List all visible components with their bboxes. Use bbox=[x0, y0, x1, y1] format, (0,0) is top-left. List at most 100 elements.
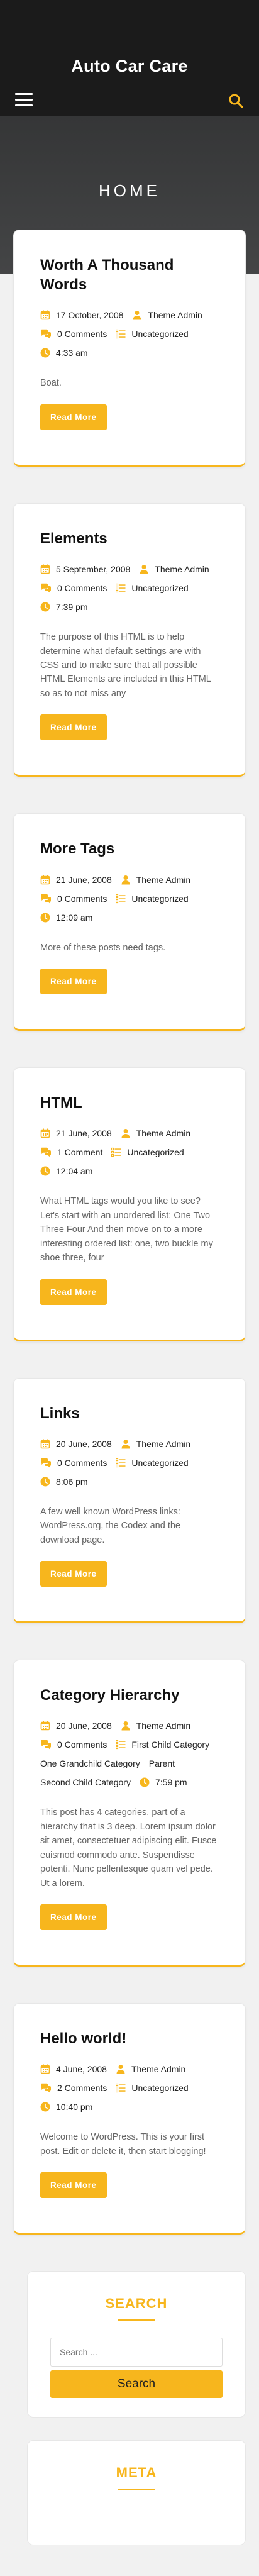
post-date[interactable]: 21 June, 2008 bbox=[40, 1124, 112, 1143]
post-excerpt: The purpose of this HTML is to help dete… bbox=[40, 632, 211, 699]
comments-icon bbox=[40, 1147, 52, 1157]
calendar-icon bbox=[40, 875, 50, 885]
post-author[interactable]: Theme Admin bbox=[132, 306, 202, 325]
post-category[interactable]: First Child Category bbox=[116, 1735, 209, 1754]
calendar-icon bbox=[40, 1439, 50, 1449]
post-category[interactable]: Uncategorized bbox=[116, 1453, 189, 1472]
meta-widget: META bbox=[27, 2440, 246, 2546]
read-more-button[interactable]: Read More bbox=[40, 2172, 107, 2199]
post-author[interactable]: Theme Admin bbox=[121, 1716, 190, 1735]
post-author[interactable]: Theme Admin bbox=[116, 2060, 185, 2079]
post-comments[interactable]: 0 Comments bbox=[40, 1735, 107, 1754]
post-title[interactable]: Links bbox=[40, 1404, 220, 1423]
post-author[interactable]: Theme Admin bbox=[139, 560, 209, 579]
site-header: Auto Car Care bbox=[0, 0, 259, 116]
post-comments[interactable]: 1 Comment bbox=[40, 1143, 102, 1162]
user-icon bbox=[132, 310, 142, 320]
user-icon bbox=[121, 1439, 131, 1449]
search-input[interactable] bbox=[50, 2338, 223, 2367]
calendar-icon bbox=[40, 2064, 50, 2074]
clock-icon bbox=[40, 348, 50, 358]
post-date[interactable]: 17 October, 2008 bbox=[40, 306, 123, 325]
read-more-button[interactable]: Read More bbox=[40, 1904, 107, 1931]
post-comments[interactable]: 0 Comments bbox=[40, 579, 107, 597]
calendar-icon bbox=[40, 1128, 50, 1138]
clock-icon bbox=[40, 602, 50, 612]
post-author[interactable]: Theme Admin bbox=[121, 870, 190, 889]
post-excerpt: This post has 4 categories, part of a hi… bbox=[40, 1807, 217, 1889]
post-excerpt: More of these posts need tags. bbox=[40, 942, 166, 953]
post-title[interactable]: Hello world! bbox=[40, 2029, 220, 2048]
post-title[interactable]: HTML bbox=[40, 1093, 220, 1113]
comments-icon bbox=[40, 583, 52, 593]
post-category[interactable]: Uncategorized bbox=[116, 325, 189, 343]
post-meta: 5 September, 2008 Theme Admin 0 Comments… bbox=[40, 560, 220, 616]
user-icon bbox=[116, 2064, 126, 2074]
user-icon bbox=[121, 875, 131, 885]
comments-icon bbox=[40, 894, 52, 904]
post-card: Elements 5 September, 2008 Theme Admin 0… bbox=[13, 502, 246, 777]
search-button[interactable]: Search bbox=[50, 2370, 223, 2399]
post-comments[interactable]: 0 Comments bbox=[40, 1453, 107, 1472]
post-category[interactable]: Uncategorized bbox=[116, 889, 189, 908]
post-title[interactable]: Elements bbox=[40, 529, 220, 548]
menu-icon[interactable] bbox=[15, 93, 33, 107]
read-more-button[interactable]: Read More bbox=[40, 404, 107, 430]
list-icon bbox=[116, 583, 126, 593]
read-more-button[interactable]: Read More bbox=[40, 1561, 107, 1587]
post-date[interactable]: 5 September, 2008 bbox=[40, 560, 130, 579]
read-more-button[interactable]: Read More bbox=[40, 1279, 107, 1305]
read-more-button[interactable]: Read More bbox=[40, 969, 107, 995]
calendar-icon bbox=[40, 310, 50, 320]
search-icon[interactable] bbox=[228, 92, 244, 109]
post-meta: 4 June, 2008 Theme Admin 2 Comments Unca… bbox=[40, 2060, 220, 2116]
list-icon bbox=[116, 2083, 126, 2093]
post-excerpt: What HTML tags would you like to see? Le… bbox=[40, 1196, 213, 1263]
post-time: 10:40 pm bbox=[40, 2097, 92, 2116]
clock-icon bbox=[140, 1777, 150, 1787]
post-category[interactable]: Uncategorized bbox=[116, 579, 189, 597]
calendar-icon bbox=[40, 564, 50, 574]
widget-title: META bbox=[116, 2465, 157, 2481]
post-date[interactable]: 21 June, 2008 bbox=[40, 870, 112, 889]
calendar-icon bbox=[40, 1721, 50, 1731]
post-title[interactable]: More Tags bbox=[40, 839, 220, 858]
list-icon bbox=[116, 1740, 126, 1750]
post-time: 12:09 am bbox=[40, 908, 92, 927]
list-icon bbox=[116, 329, 126, 339]
post-author[interactable]: Theme Admin bbox=[121, 1435, 190, 1453]
post-date[interactable]: 4 June, 2008 bbox=[40, 2060, 107, 2079]
post-category[interactable]: Uncategorized bbox=[111, 1143, 184, 1162]
post-meta: 17 October, 2008 Theme Admin 0 Comments … bbox=[40, 306, 220, 362]
post-time: 7:59 pm bbox=[140, 1773, 187, 1792]
read-more-button[interactable]: Read More bbox=[40, 714, 107, 741]
list-icon bbox=[111, 1147, 121, 1157]
comments-icon bbox=[40, 329, 52, 339]
user-icon bbox=[121, 1721, 131, 1731]
post-excerpt: Boat. bbox=[40, 378, 62, 389]
post-title[interactable]: Category Hierarchy bbox=[40, 1685, 220, 1705]
post-excerpt: Welcome to WordPress. This is your first… bbox=[40, 2132, 206, 2157]
clock-icon bbox=[40, 913, 50, 923]
post-card: Hello world! 4 June, 2008 Theme Admin 2 … bbox=[13, 2003, 246, 2235]
post-category[interactable]: One Grandchild Category bbox=[40, 1754, 140, 1773]
post-card: HTML 21 June, 2008 Theme Admin 1 Comment… bbox=[13, 1067, 246, 1341]
post-date[interactable]: 20 June, 2008 bbox=[40, 1435, 112, 1453]
post-comments[interactable]: 2 Comments bbox=[40, 2079, 107, 2097]
post-category[interactable]: Uncategorized bbox=[116, 2079, 189, 2097]
post-author[interactable]: Theme Admin bbox=[121, 1124, 190, 1143]
post-category[interactable]: Parent bbox=[149, 1754, 175, 1773]
comments-icon bbox=[40, 2083, 52, 2093]
post-comments[interactable]: 0 Comments bbox=[40, 325, 107, 343]
site-title[interactable]: Auto Car Care bbox=[0, 57, 259, 76]
post-time: 8:06 pm bbox=[40, 1472, 88, 1491]
title-underline bbox=[118, 2489, 155, 2491]
list-icon bbox=[116, 1458, 126, 1468]
post-comments[interactable]: 0 Comments bbox=[40, 889, 107, 908]
post-category[interactable]: Second Child Category bbox=[40, 1773, 131, 1792]
clock-icon bbox=[40, 1477, 50, 1487]
post-title[interactable]: Worth A Thousand Words bbox=[40, 255, 220, 294]
post-time: 12:04 am bbox=[40, 1162, 92, 1180]
post-date[interactable]: 20 June, 2008 bbox=[40, 1716, 112, 1735]
post-meta: 20 June, 2008 Theme Admin 0 Comments Unc… bbox=[40, 1435, 220, 1491]
